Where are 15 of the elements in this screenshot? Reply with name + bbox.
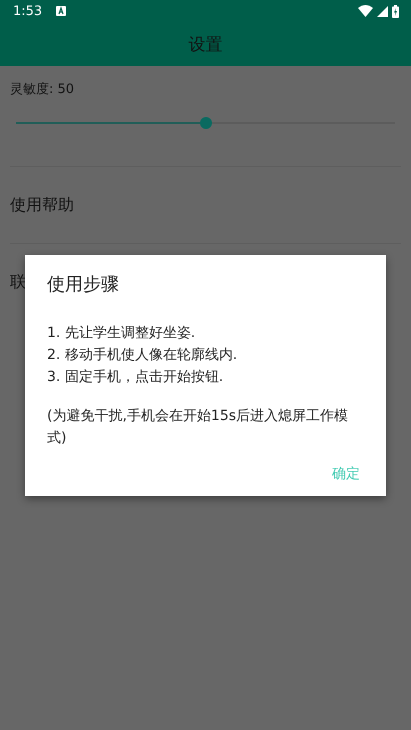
note-text: (为避免干扰,手机会在开始15s后进入熄屏工作模式) [47, 407, 350, 448]
battery-icon [392, 4, 399, 18]
step-text: 3. 固定手机，点击开始按钮. [47, 368, 224, 387]
sensitivity-label: 灵敏度: 50 [10, 81, 76, 99]
toolbar-title: 设置 [188, 34, 222, 56]
slider-thumb[interactable] [200, 117, 212, 129]
status-time: 1:53 [13, 4, 42, 18]
signal-icon [377, 6, 388, 16]
step-text: 2. 移动手机使人像在轮廓线内. [47, 346, 238, 365]
notification-icon [56, 6, 66, 16]
confirm-button[interactable]: 确定 [328, 461, 364, 487]
dialog-title: 使用步骤 [47, 273, 120, 296]
settings-item[interactable]: 使用帮助 [10, 167, 401, 243]
wifi-icon [358, 5, 373, 17]
step-text: 1. 先让学生调整好坐姿. [47, 324, 196, 343]
